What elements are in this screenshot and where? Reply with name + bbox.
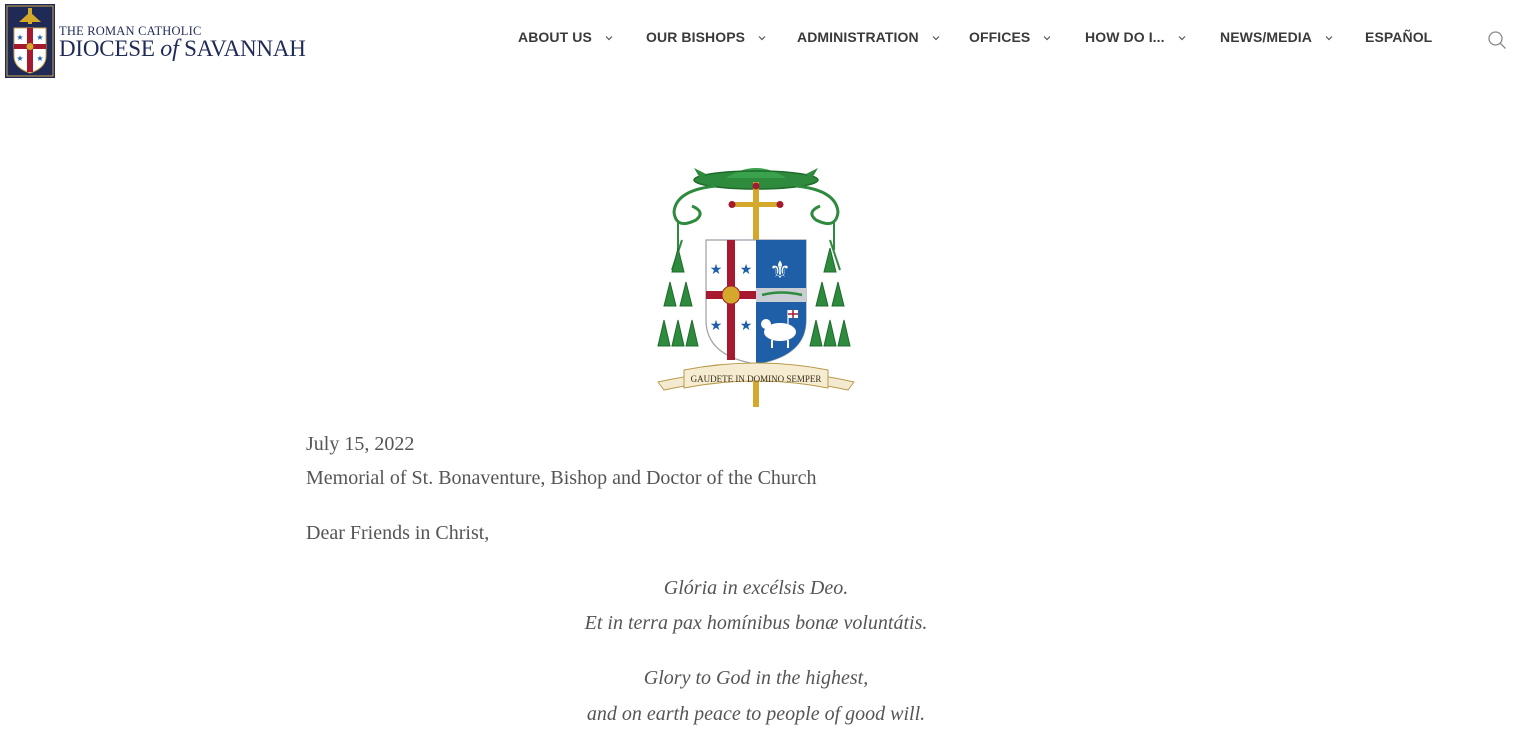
chevron-down-icon [932, 36, 940, 41]
nav-item-label: OUR BISHOPS [646, 29, 746, 45]
nav-item-label: OFFICES [969, 29, 1031, 45]
chevron-down-icon [605, 36, 613, 41]
english-verse-line-2: and on earth peace to people of good wil… [586, 703, 926, 725]
coat-of-arms-icon: ★ ★ ★ ★ ⚜ GAUDETE IN DOMINO SEMPER [657, 168, 855, 407]
nav-item-label: HOW DO I... [1085, 29, 1165, 45]
search-icon[interactable] [1487, 30, 1507, 50]
latin-verse-line-1: Glória in excélsis Deo. [663, 577, 849, 599]
nav-item-label: NEWS/MEDIA [1220, 29, 1312, 45]
nav-item-label: ESPAÑOL [1365, 29, 1433, 45]
nav-item-our-bishops[interactable]: OUR BISHOPS [646, 29, 767, 45]
chevron-down-icon [1043, 36, 1051, 41]
svg-text:★: ★ [710, 318, 723, 334]
letter-salutation: Dear Friends in Christ, [306, 522, 490, 544]
nav-item-offices[interactable]: OFFICES [969, 29, 1052, 45]
letter-occasion: Memorial of St. Bonaventure, Bishop and … [306, 467, 817, 489]
chevron-down-icon [758, 36, 766, 41]
nav-item-label: ABOUT US [518, 29, 592, 45]
svg-text:★: ★ [740, 318, 753, 334]
chevron-down-icon [1325, 36, 1333, 41]
coat-of-arms-motto: GAUDETE IN DOMINO SEMPER [691, 374, 822, 384]
nav-item-news-media[interactable]: NEWS/MEDIA [1220, 29, 1334, 45]
svg-text:★: ★ [36, 54, 43, 63]
svg-text:★: ★ [740, 262, 753, 278]
nav-item-label: ADMINISTRATION [797, 29, 919, 45]
main-navigation: ABOUT US OUR BISHOPS ADMINISTRATION OFFI… [0, 29, 1536, 51]
nav-item-how-do-i[interactable]: HOW DO I... [1085, 29, 1187, 45]
english-verse-line-1: Glory to God in the highest, [643, 667, 869, 689]
letter-date: July 15, 2022 [306, 433, 415, 455]
chevron-down-icon [1178, 36, 1186, 41]
site-header: ★ ★ ★ ★ THE ROMAN CATHOLIC DIOCESE of SA… [0, 0, 1536, 80]
svg-text:★: ★ [16, 54, 23, 63]
svg-text:★: ★ [710, 262, 723, 278]
svg-text:⚜: ⚜ [769, 256, 791, 284]
nav-item-about-us[interactable]: ABOUT US [518, 29, 614, 45]
latin-verse-line-2: Et in terra pax homínibus bonæ voluntáti… [584, 612, 928, 634]
nav-item-espanol[interactable]: ESPAÑOL [1365, 29, 1432, 45]
nav-item-administration[interactable]: ADMINISTRATION [797, 29, 941, 45]
